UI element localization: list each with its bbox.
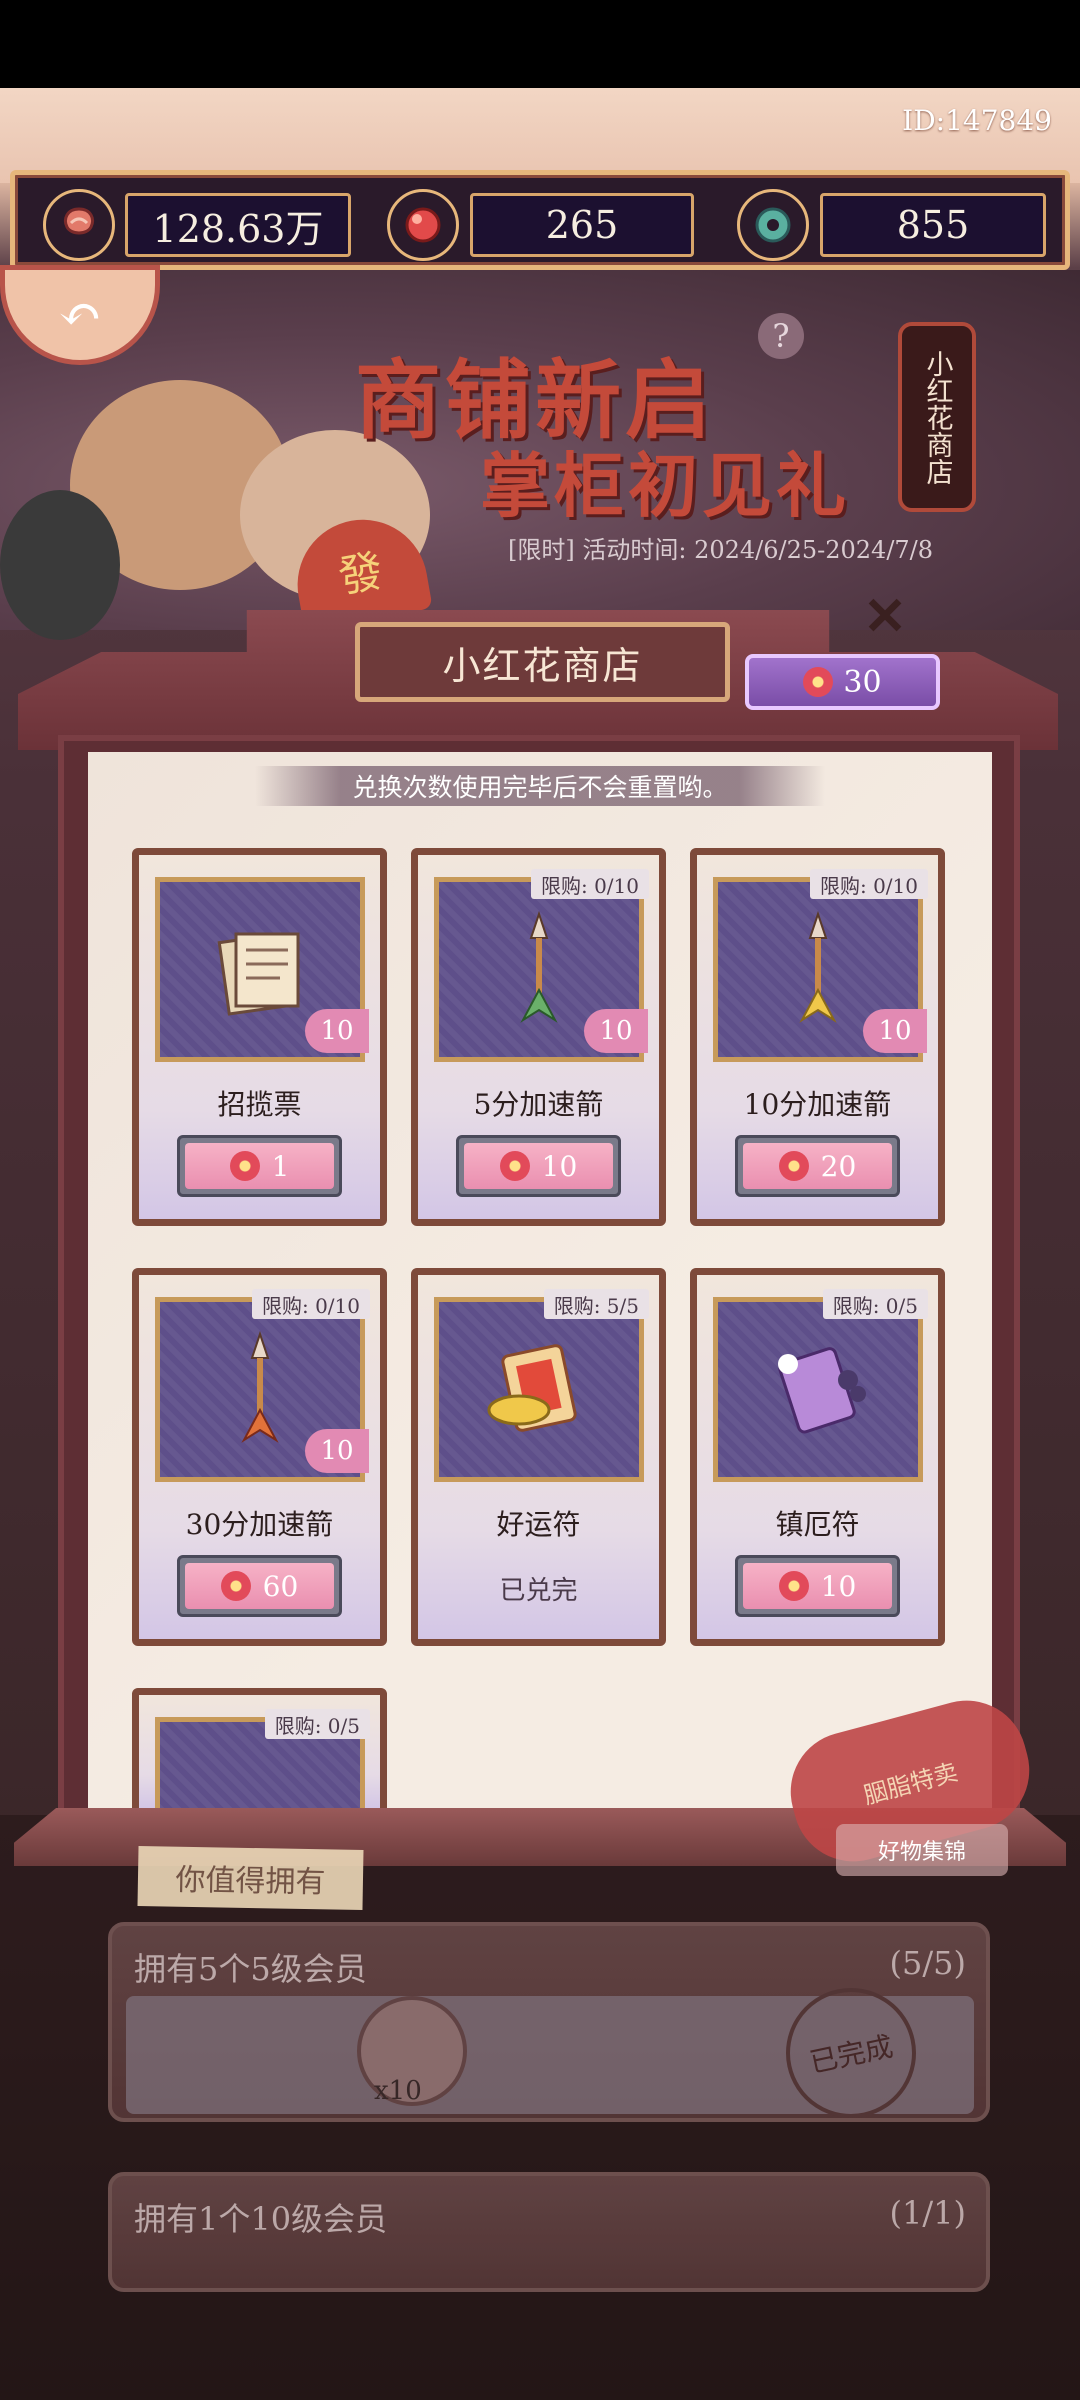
shop-lantern-sign: 小红花商店	[898, 322, 976, 512]
shop-notice: 兑换次数使用完毕后不会重置哟。	[255, 766, 825, 806]
coin-icon	[43, 189, 115, 261]
purchase-limit: 限购: 0/10	[809, 869, 928, 899]
coins-value: 128.63万	[125, 193, 351, 257]
task-row: 拥有5个5级会员 (5/5) x10 已完成	[108, 1922, 990, 2131]
status-bar	[0, 0, 1080, 88]
task-label: 拥有5个5级会员	[134, 1950, 367, 1988]
event-period: [限时] 活动时间: 2024/6/25-2024/7/8	[508, 536, 934, 564]
item-image	[434, 1297, 644, 1482]
character-illustration-2	[0, 490, 120, 640]
item-quantity: 10	[305, 1429, 369, 1473]
shop-item-card: 限购: 5/5 好运符 已兑完	[411, 1268, 666, 1646]
event-subtitle: 掌柜初见礼	[480, 444, 850, 527]
item-name: 10分加速箭	[743, 1088, 892, 1121]
red-flower-icon	[229, 1151, 260, 1181]
close-icon: ✕	[863, 585, 907, 647]
item-price: 1	[271, 1149, 290, 1183]
shop-item-card[interactable]: 10 招揽票 1	[132, 848, 387, 1226]
luck-charm-icon	[487, 1343, 577, 1432]
help-button[interactable]: ?	[758, 313, 804, 359]
gems-value: 265	[470, 193, 694, 257]
buy-button[interactable]: 1	[177, 1135, 342, 1197]
purchase-limit: 限购: 5/5	[543, 1289, 649, 1319]
item-quantity: 10	[305, 1009, 369, 1053]
buy-button[interactable]: 60	[177, 1555, 342, 1617]
item-name: 招揽票	[217, 1088, 302, 1121]
buy-button[interactable]: 10	[735, 1555, 900, 1617]
item-price: 10	[820, 1569, 857, 1603]
red-flower-icon	[803, 667, 834, 697]
sold-out-label: 已兑完	[499, 1576, 578, 1606]
buy-button[interactable]: 20	[735, 1135, 900, 1197]
item-price: 20	[820, 1149, 857, 1183]
jade-value: 855	[820, 193, 1046, 257]
shop-item-card[interactable]: 限购: 0/10 10 30分加速箭 60	[132, 1268, 387, 1646]
resource-bar: 128.63万 265 855	[10, 170, 1070, 270]
task-label: 拥有1个10级会员	[134, 2200, 388, 2238]
ticket-icon	[217, 931, 300, 1016]
buy-button[interactable]: 10	[456, 1135, 621, 1197]
item-image	[713, 1297, 923, 1482]
promo-tape: 你值得拥有	[137, 1846, 364, 1910]
task-row: 拥有1个10级会员 (1/1)	[108, 2172, 990, 2292]
item-price: 60	[262, 1569, 299, 1603]
purchase-limit: 限购: 0/5	[264, 1709, 370, 1739]
item-name: 镇厄符	[775, 1508, 860, 1541]
arrow-orange-icon	[241, 1330, 279, 1443]
item-quantity: 10	[584, 1009, 648, 1053]
item-name: 5分加速箭	[473, 1088, 604, 1121]
task-progress: (1/1)	[889, 2194, 966, 2232]
shop-item-card[interactable]: 限购: 0/5	[132, 1688, 387, 1816]
reward-count: x10	[374, 2076, 422, 2106]
item-price: 10	[541, 1149, 578, 1183]
flower-balance: 30	[745, 654, 940, 710]
goods-collection-button[interactable]: 好物集锦	[836, 1824, 1008, 1876]
close-button[interactable]: ✕	[840, 580, 930, 652]
arrow-yellow-icon	[799, 910, 837, 1023]
red-flower-icon	[220, 1571, 251, 1601]
back-arrow-icon: ↶	[58, 285, 102, 345]
purchase-limit: 限购: 0/5	[822, 1289, 928, 1319]
ward-charm-icon	[778, 1346, 866, 1433]
jade-icon	[737, 189, 809, 261]
red-flower-icon	[778, 1151, 809, 1181]
gem-icon	[387, 189, 459, 261]
arrow-green-icon	[520, 910, 558, 1023]
purchase-limit: 限购: 0/10	[530, 869, 649, 899]
task-progress: (5/5)	[889, 1944, 966, 1982]
item-name: 好运符	[496, 1508, 581, 1541]
purchase-limit: 限购: 0/10	[251, 1289, 370, 1319]
shop-item-card[interactable]: 限购: 0/10 10 10分加速箭 20	[690, 848, 945, 1226]
red-flower-icon	[778, 1571, 809, 1601]
flower-balance-value: 30	[843, 664, 882, 700]
item-name: 30分加速箭	[185, 1508, 334, 1541]
red-flower-icon	[499, 1151, 530, 1181]
shop-item-card[interactable]: 限购: 0/5 镇厄符 10	[690, 1268, 945, 1646]
shop-item-card[interactable]: 限购: 0/10 10 5分加速箭 10	[411, 848, 666, 1226]
item-quantity: 10	[863, 1009, 927, 1053]
player-id: ID:147849	[902, 104, 1052, 137]
shop-title: 小红花商店	[355, 622, 730, 702]
